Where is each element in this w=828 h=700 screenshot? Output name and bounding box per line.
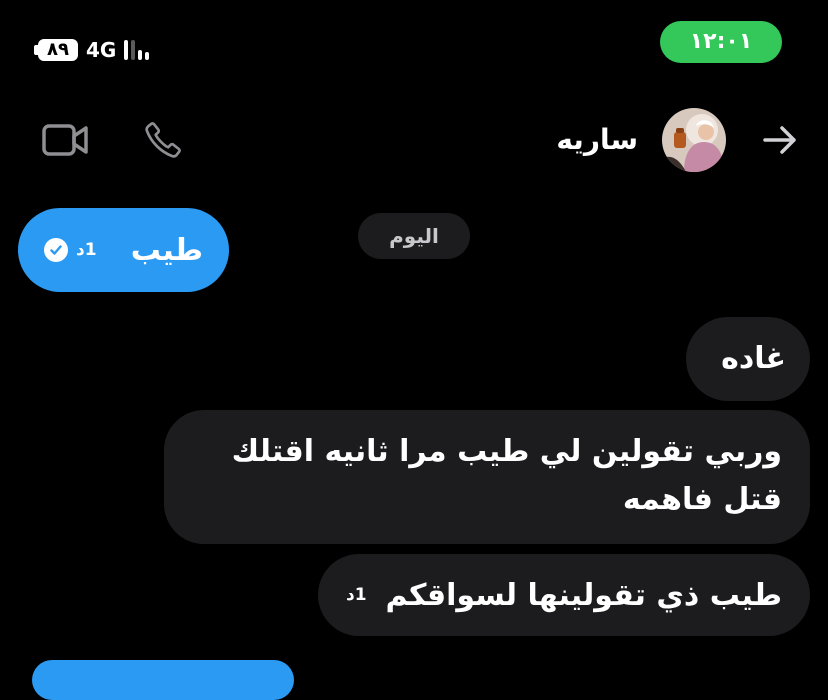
status-bar-left: ٨٩ 4G [34,36,150,64]
message-meta: 1د [44,238,97,262]
message-text: طيب [130,232,203,268]
message-time: 1د [346,585,367,605]
battery-level: ٨٩ [38,39,78,61]
video-call-button[interactable] [40,118,90,162]
battery-icon: ٨٩ [34,39,78,61]
message-text: طيب ذي تقولينها لسواقكم [385,577,782,613]
phone-icon [145,122,181,158]
contact-avatar[interactable] [662,108,726,172]
incoming-message[interactable]: وربي تقولين لي طيب مرا ثانيه اقتلك قتل ف… [164,410,810,544]
outgoing-message-partial[interactable] [32,660,294,700]
contact-name[interactable]: ساريه [556,118,638,162]
back-button[interactable] [758,120,802,160]
seen-check-icon [44,238,68,262]
voice-call-button[interactable] [140,118,186,162]
date-separator: اليوم [358,213,470,259]
incoming-message[interactable]: طيب ذي تقولينها لسواقكم 1د [318,554,810,636]
back-arrow-icon [763,126,796,154]
video-camera-icon [42,124,88,156]
outgoing-message[interactable]: طيب 1د [18,208,229,292]
network-type: 4G [86,38,117,62]
incoming-message[interactable]: غاده [686,317,810,401]
status-time[interactable]: ١٢:٠١ [660,21,782,63]
signal-strength-icon [124,40,150,60]
message-time: 1د [76,240,97,260]
